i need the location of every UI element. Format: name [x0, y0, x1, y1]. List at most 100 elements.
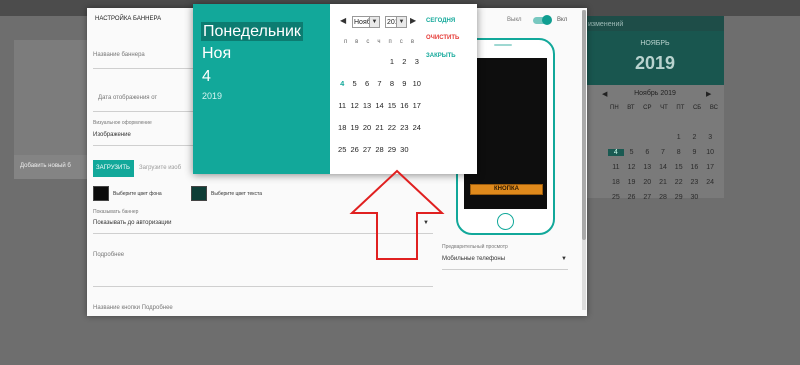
picker-day[interactable]: 27: [361, 145, 373, 154]
background-day[interactable]: 11: [608, 164, 624, 171]
close-button[interactable]: Закрыть: [426, 53, 456, 59]
background-day[interactable]: 29: [671, 194, 687, 201]
picker-day[interactable]: 28: [373, 145, 385, 154]
picker-weekday: ч: [377, 39, 381, 45]
upload-button[interactable]: ЗАГРУЗИТЬ: [93, 160, 134, 177]
prev-month-icon[interactable]: ◀: [340, 16, 346, 25]
background-day: [608, 134, 624, 141]
background-day[interactable]: 30: [687, 194, 703, 201]
background-day[interactable]: 27: [639, 194, 655, 201]
background-day[interactable]: 21: [655, 179, 671, 186]
background-day[interactable]: 23: [687, 179, 703, 186]
picker-day[interactable]: 17: [411, 101, 423, 110]
background-day[interactable]: 16: [687, 164, 703, 171]
year-dropdown-icon[interactable]: ▼: [396, 16, 407, 28]
background-next-month-icon[interactable]: ▶: [706, 90, 711, 98]
background-day[interactable]: 22: [671, 179, 687, 186]
background-weekday: ЧТ: [660, 105, 668, 111]
background-calendar-title: Ноябрь 2019: [634, 90, 676, 97]
picker-day[interactable]: 29: [386, 145, 398, 154]
background-day[interactable]: 19: [624, 179, 640, 186]
selected-weekday: Понедельник: [201, 22, 303, 41]
preview-device-select[interactable]: Мобильные телефоны: [442, 256, 505, 262]
banner-toggle-knob[interactable]: [542, 15, 552, 25]
picker-day[interactable]: 23: [398, 123, 410, 132]
background-day[interactable]: 13: [639, 164, 655, 171]
picker-weekday: в: [355, 39, 359, 45]
background-day: [624, 134, 640, 141]
display-date-field[interactable]: Дата отображения от: [98, 95, 157, 101]
background-day[interactable]: 18: [608, 179, 624, 186]
background-day[interactable]: 2: [687, 134, 703, 141]
picker-day[interactable]: 24: [411, 123, 423, 132]
background-day-grid: 1 2 3 4 5 6 7 8 9 10 11 12 13 14 15 16 17 18 19 20 21 22 23 24 2…: [608, 134, 718, 201]
visual-select[interactable]: Изображение: [93, 132, 131, 138]
background-day[interactable]: 7: [655, 149, 671, 156]
modal-title: НАСТРОЙКА БАННЕРА: [95, 16, 162, 22]
picker-day[interactable]: 16: [398, 101, 410, 110]
background-day[interactable]: 24: [702, 179, 718, 186]
next-month-icon[interactable]: ▶: [410, 16, 416, 25]
background-day[interactable]: 20: [639, 179, 655, 186]
background-weekday: СР: [643, 105, 652, 111]
background-day[interactable]: 17: [702, 164, 718, 171]
picker-day[interactable]: 8: [386, 79, 398, 88]
background-day[interactable]: 28: [655, 194, 671, 201]
background-day[interactable]: 6: [639, 149, 655, 156]
background-weekday: ВТ: [627, 105, 635, 111]
picker-day[interactable]: 1: [386, 57, 398, 66]
picker-day[interactable]: 13: [361, 101, 373, 110]
show-banner-select[interactable]: Показывать до авторизации: [93, 220, 171, 226]
background-day[interactable]: 14: [655, 164, 671, 171]
background-day[interactable]: 5: [624, 149, 640, 156]
background-day[interactable]: 12: [624, 164, 640, 171]
picker-day[interactable]: 26: [348, 145, 360, 154]
visual-label: Визуальное оформление: [93, 120, 152, 126]
background-day[interactable]: 25: [608, 194, 624, 201]
picker-day[interactable]: 14: [373, 101, 385, 110]
month-dropdown-icon[interactable]: ▼: [369, 16, 380, 28]
bg-color-swatch[interactable]: [93, 186, 109, 201]
picker-weekday: п: [388, 39, 392, 45]
more-field[interactable]: Подробнее: [93, 252, 124, 258]
text-color-label: Выберите цвет текста: [211, 191, 263, 197]
picker-day[interactable]: 22: [386, 123, 398, 132]
picker-day[interactable]: 19: [348, 123, 360, 132]
background-day[interactable]: 9: [687, 149, 703, 156]
picker-day[interactable]: 30: [398, 145, 410, 154]
add-new-banner-button[interactable]: Добавить новый б: [14, 155, 90, 179]
more-button-label-field[interactable]: Название кнопки Подробнее: [93, 305, 173, 311]
picker-day[interactable]: 7: [373, 79, 385, 88]
background-day[interactable]: 1: [671, 134, 687, 141]
background-day[interactable]: 26: [624, 194, 640, 201]
clear-button[interactable]: Очистить: [426, 35, 459, 41]
picker-day[interactable]: 25: [336, 145, 348, 154]
picker-day[interactable]: 21: [373, 123, 385, 132]
background-day[interactable]: 10: [702, 149, 718, 156]
picker-day[interactable]: 20: [361, 123, 373, 132]
picker-day[interactable]: 12: [348, 101, 360, 110]
picker-day[interactable]: 18: [336, 123, 348, 132]
banner-name-field[interactable]: Название баннера: [93, 52, 145, 58]
text-color-swatch[interactable]: [191, 186, 207, 201]
modal-scrollbar-thumb[interactable]: [582, 10, 586, 240]
picker-day[interactable]: 5: [348, 79, 360, 88]
picker-day[interactable]: 4: [336, 79, 348, 88]
background-day[interactable]: 3: [702, 134, 718, 141]
picker-day[interactable]: 15: [386, 101, 398, 110]
background-calendar-year: 2019: [634, 53, 676, 73]
toggle-on-label: Вкл: [557, 17, 568, 23]
picker-day[interactable]: 6: [361, 79, 373, 88]
preview-chevron-down-icon[interactable]: ▼: [561, 256, 567, 262]
background-day[interactable]: 8: [671, 149, 687, 156]
picker-day: [373, 57, 385, 66]
picker-day[interactable]: 9: [398, 79, 410, 88]
picker-day[interactable]: 11: [336, 101, 348, 110]
today-button[interactable]: Сегодня: [426, 18, 455, 24]
background-day[interactable]: 4: [608, 149, 624, 156]
picker-day[interactable]: 2: [398, 57, 410, 66]
background-day[interactable]: 15: [671, 164, 687, 171]
toggle-off-label: Выкл: [507, 17, 522, 23]
picker-day[interactable]: 3: [411, 57, 423, 66]
picker-day[interactable]: 10: [411, 79, 423, 88]
